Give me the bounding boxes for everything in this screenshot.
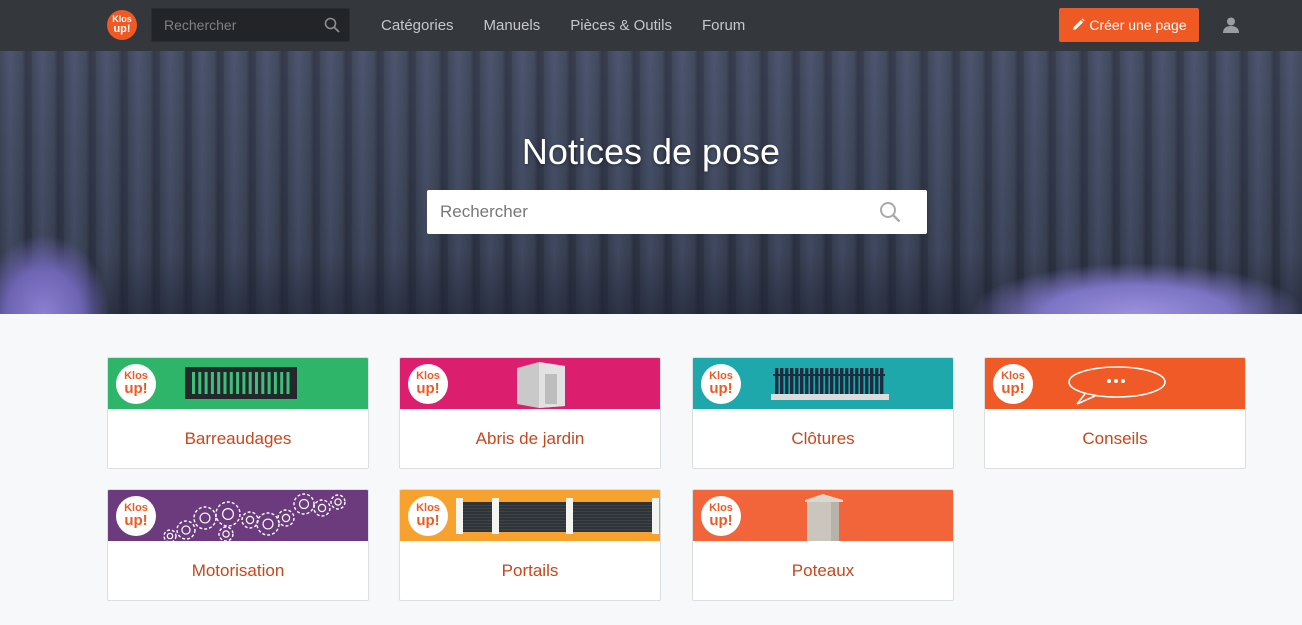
card-banner: Klos up!	[400, 358, 660, 409]
klosup-badge-icon: Klos up!	[116, 364, 156, 404]
badge-text-bottom: up!	[416, 512, 440, 529]
lavender-right	[972, 264, 1302, 314]
category-card-portails[interactable]: Klos up! Portails	[399, 489, 661, 601]
category-card-clotures[interactable]: Klos up! Clôtures	[692, 357, 954, 469]
category-card-motorisation[interactable]: Klos up! Motorisation	[107, 489, 369, 601]
card-banner: Klos up!	[693, 358, 953, 409]
card-banner: Klos up!	[400, 490, 660, 541]
nav-link-forum[interactable]: Forum	[702, 17, 745, 34]
card-banner: Klos up!	[693, 490, 953, 541]
badge-text-bottom: up!	[709, 512, 733, 529]
card-label[interactable]: Motorisation	[108, 541, 368, 600]
logo-text-bottom: up!	[113, 23, 131, 35]
category-card-conseils[interactable]: Klos up! Conseils	[984, 357, 1246, 469]
klosup-badge-icon: Klos up!	[701, 496, 741, 536]
nav-link-pieces-outils[interactable]: Pièces & Outils	[570, 17, 672, 34]
nav-link-categories[interactable]: Catégories	[381, 17, 454, 34]
klosup-badge-icon: Klos up!	[408, 364, 448, 404]
klosup-badge-icon: Klos up!	[116, 496, 156, 536]
klosup-badge-icon: Klos up!	[408, 496, 448, 536]
card-banner: Klos up!	[108, 490, 368, 541]
category-card-barreaudages[interactable]: Klos up! Barreaudages	[107, 357, 369, 469]
badge-text-bottom: up!	[709, 380, 733, 397]
search-icon[interactable]	[879, 201, 901, 223]
card-banner: Klos up!	[985, 358, 1245, 409]
nav-links: Catégories Manuels Pièces & Outils Forum	[381, 0, 775, 51]
badge-text-bottom: up!	[124, 380, 148, 397]
lavender-left	[0, 234, 110, 314]
badge-text-bottom: up!	[124, 512, 148, 529]
speech-bubble-icon	[1068, 366, 1166, 405]
klosup-badge-icon: Klos up!	[993, 364, 1033, 404]
nav-search-box	[151, 8, 350, 42]
page-title: Notices de pose	[521, 131, 781, 172]
klosup-badge-icon: Klos up!	[701, 364, 741, 404]
create-page-label: Créer une page	[1089, 17, 1187, 33]
card-banner: Klos up!	[108, 358, 368, 409]
search-icon[interactable]	[324, 17, 340, 33]
category-card-poteaux[interactable]: Klos up! Poteaux	[692, 489, 954, 601]
create-page-button[interactable]: Créer une page	[1059, 8, 1199, 42]
gate-icon	[456, 498, 659, 534]
nav-search-input[interactable]	[152, 9, 317, 41]
card-label[interactable]: Conseils	[985, 409, 1245, 468]
card-label[interactable]: Portails	[400, 541, 660, 600]
nav-link-manuels[interactable]: Manuels	[484, 17, 541, 34]
klosup-logo[interactable]: Klos up!	[107, 10, 137, 40]
card-label[interactable]: Clôtures	[693, 409, 953, 468]
pencil-icon	[1073, 18, 1085, 30]
category-card-abris-de-jardin[interactable]: Klos up! Abris de jardin	[399, 357, 661, 469]
badge-text-bottom: up!	[416, 380, 440, 397]
hero-banner: Notices de pose	[0, 51, 1302, 314]
hero-search-input[interactable]	[427, 190, 867, 234]
card-label[interactable]: Abris de jardin	[400, 409, 660, 468]
garden-shed-icon	[517, 362, 565, 408]
card-label[interactable]: Poteaux	[693, 541, 953, 600]
post-icon	[805, 494, 843, 541]
user-icon[interactable]	[1222, 16, 1240, 34]
gate-bars-icon	[185, 367, 297, 399]
badge-text-bottom: up!	[1001, 380, 1025, 397]
card-label[interactable]: Barreaudages	[108, 409, 368, 468]
fence-icon	[771, 368, 889, 400]
top-navbar: Klos up! Catégories Manuels Pièces & Out…	[0, 0, 1302, 51]
hero-search-box	[427, 190, 927, 234]
